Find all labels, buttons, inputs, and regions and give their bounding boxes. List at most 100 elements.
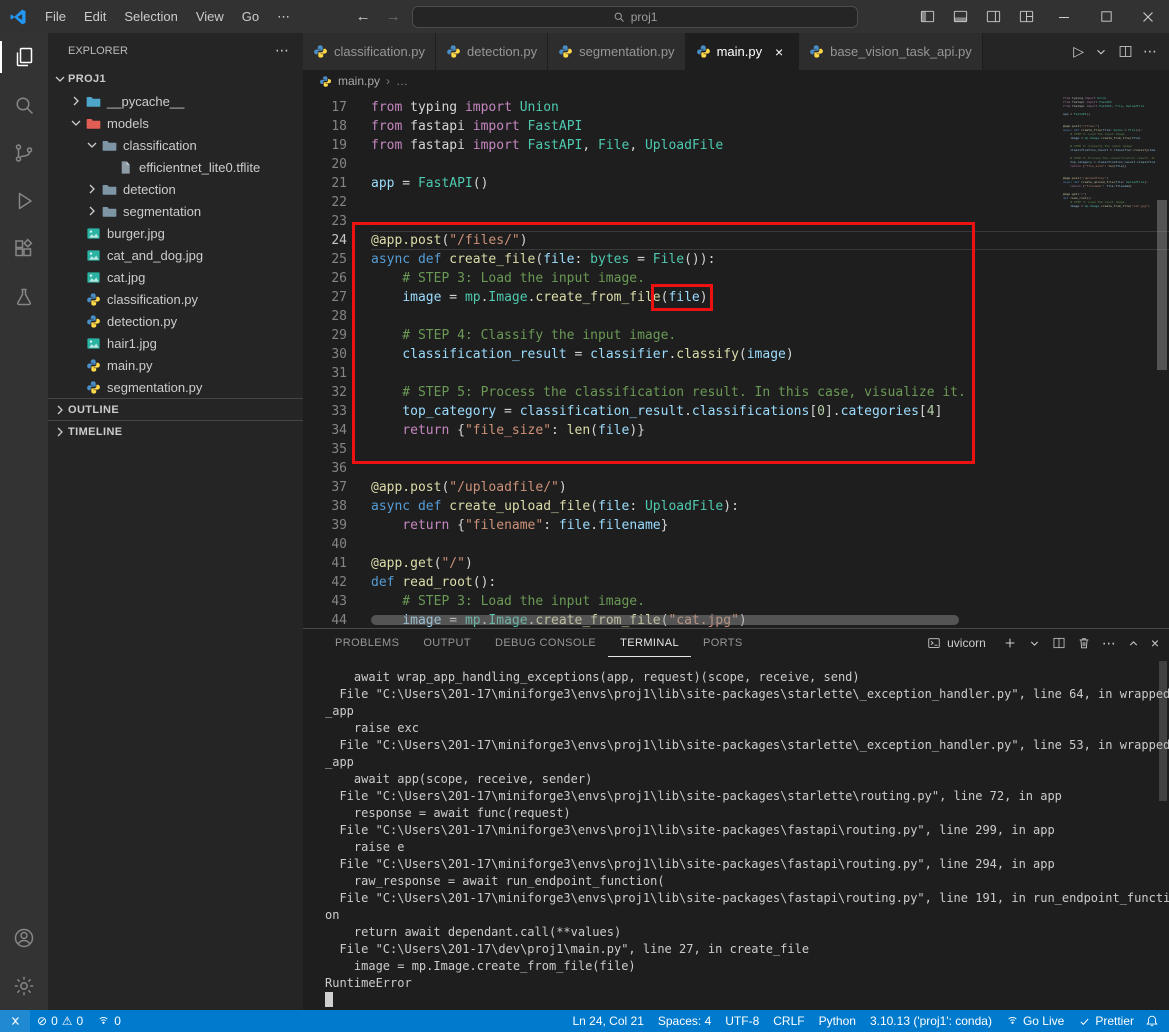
vertical-scrollbar[interactable] [1157,200,1167,370]
code-line-37: @app.post("/uploadfile/") [371,480,567,495]
menu-file[interactable]: File [36,0,75,33]
activity-settings[interactable] [0,962,48,1010]
tab-detection.py[interactable]: detection.py [436,33,549,70]
status-language-mode[interactable]: Python [812,1014,863,1028]
tree-item-burger.jpg[interactable]: burger.jpg [48,222,303,244]
maximize-panel-icon[interactable] [1127,637,1140,650]
menu-view[interactable]: View [187,0,233,33]
tree-item-models[interactable]: models [48,112,303,134]
split-terminal-icon[interactable] [1052,636,1066,650]
breadcrumb-file[interactable]: main.py [338,74,380,88]
explorer-more-actions-icon[interactable]: ⋯ [275,42,289,59]
tree-item-main.py[interactable]: main.py [48,354,303,376]
panel-tab-problems[interactable]: PROBLEMS [323,629,411,657]
close-tab-icon[interactable]: × [770,44,788,60]
folder-icon [100,181,118,197]
code-line-19: from fastapi import FastAPI, File, Uploa… [1063,104,1145,108]
activity-explorer[interactable] [0,33,48,81]
close-panel-icon[interactable]: × [1151,635,1159,651]
customize-layout-icon[interactable] [1010,0,1043,33]
terminal-scrollbar[interactable] [1159,661,1167,801]
menu-edit[interactable]: Edit [75,0,115,33]
tab-base_vision_task_api.py[interactable]: base_vision_task_api.py [799,33,983,70]
tree-item-efficientnet_lite0.tflite[interactable]: efficientnet_lite0.tflite [48,156,303,178]
command-center[interactable]: proj1 [412,5,859,28]
maximize-icon[interactable] [1085,0,1127,33]
tree-item-label: __pycache__ [107,93,185,109]
tree-item-cat_and_dog.jpg[interactable]: cat_and_dog.jpg [48,244,303,266]
terminal-output[interactable]: await wrap_app_handling_exceptions(app, … [303,657,1169,1010]
python-icon [446,44,461,59]
run-python-file-icon[interactable]: ▷ [1073,43,1084,60]
problems-indicator[interactable]: ⊘ 0 ⚠ 0 [30,1010,90,1032]
remote-indicator[interactable] [0,1010,30,1032]
warning-count: 0 [76,1014,84,1028]
status-prettier[interactable]: Prettier [1071,1014,1141,1028]
tree-item-segmentation.py[interactable]: segmentation.py [48,376,303,398]
file-icon [116,159,134,175]
activity-extensions[interactable] [0,225,48,273]
new-terminal-icon[interactable] [1003,636,1017,650]
minimap[interactable]: from typing import Union from fastapi imp… [1063,92,1155,628]
folder-icon [100,137,118,153]
close-window-icon[interactable] [1127,0,1169,33]
kill-terminal-icon[interactable] [1077,636,1091,650]
activity-run-debug[interactable] [0,177,48,225]
status-indentation[interactable]: Spaces: 4 [651,1014,718,1028]
menu-go[interactable]: Go [233,0,268,33]
tree-item-detection.py[interactable]: detection.py [48,310,303,332]
activity-search[interactable] [0,81,48,129]
tab-main.py[interactable]: main.py × [685,33,800,70]
vscode-logo [0,8,36,26]
explorer-title: EXPLORER [68,44,128,57]
panel-tab-terminal[interactable]: TERMINAL [608,629,691,657]
breadcrumb-more[interactable]: … [396,74,408,88]
indent-spacer [68,357,84,373]
code-line-30: classification_result = classifier.class… [1070,148,1155,152]
tree-item-label: models [107,115,149,131]
tree-item-classification[interactable]: classification [48,134,303,156]
terminal-line: await wrap_app_handling_exceptions(app, … [325,670,860,684]
section-timeline[interactable]: TIMELINE [48,420,303,442]
line-number: 42 [331,575,347,590]
status-eol[interactable]: CRLF [766,1014,811,1028]
chevron-down-icon[interactable] [1094,45,1108,59]
tree-item-classification.py[interactable]: classification.py [48,288,303,310]
status-encoding[interactable]: UTF-8 [718,1014,766,1028]
panel-tab-debug-console[interactable]: DEBUG CONSOLE [483,629,608,657]
panel-tab-ports[interactable]: PORTS [691,629,755,657]
toggle-sidebar-icon[interactable] [911,0,944,33]
panel-tab-output[interactable]: OUTPUT [411,629,483,657]
toggle-secondary-sidebar-icon[interactable] [977,0,1010,33]
project-root[interactable]: PROJ1 [48,68,303,90]
status-cursor-position[interactable]: Ln 24, Col 21 [565,1014,650,1028]
toggle-panel-icon[interactable] [944,0,977,33]
section-outline[interactable]: OUTLINE [48,398,303,420]
activity-source-control[interactable] [0,129,48,177]
horizontal-scrollbar[interactable] [371,615,959,625]
tree-item-hair1.jpg[interactable]: hair1.jpg [48,332,303,354]
bell-icon[interactable] [1141,1014,1169,1028]
tab-classification.py[interactable]: classification.py [303,33,437,70]
activity-account[interactable] [0,914,48,962]
terminal-line: raw_response = await run_endpoint_functi… [325,874,665,888]
tree-item-detection[interactable]: detection [48,178,303,200]
terminal-instance[interactable]: uvicorn [927,636,986,650]
more-actions-icon[interactable]: ⋯ [1143,43,1157,60]
back-icon[interactable]: ← [352,8,374,25]
panel-more-actions-icon[interactable]: ⋯ [1102,635,1116,652]
tree-item-cat.jpg[interactable]: cat.jpg [48,266,303,288]
ports-indicator[interactable]: 0 [90,1010,128,1032]
tree-item-segmentation[interactable]: segmentation [48,200,303,222]
menu-more-icon[interactable]: ⋯ [268,0,299,33]
status-go-live[interactable]: Go Live [999,1014,1071,1028]
menu-selection[interactable]: Selection [115,0,186,33]
status-python-interpreter[interactable]: 3.10.13 ('proj1': conda) [863,1014,999,1028]
tree-item-__pycache__[interactable]: __pycache__ [48,90,303,112]
chevron-down-icon[interactable] [1028,637,1041,650]
split-editor-icon[interactable] [1118,44,1133,59]
tab-segmentation.py[interactable]: segmentation.py [548,33,686,70]
activity-testing[interactable] [0,273,48,321]
minimize-icon[interactable] [1043,0,1085,33]
project-root-label: PROJ1 [68,73,107,85]
